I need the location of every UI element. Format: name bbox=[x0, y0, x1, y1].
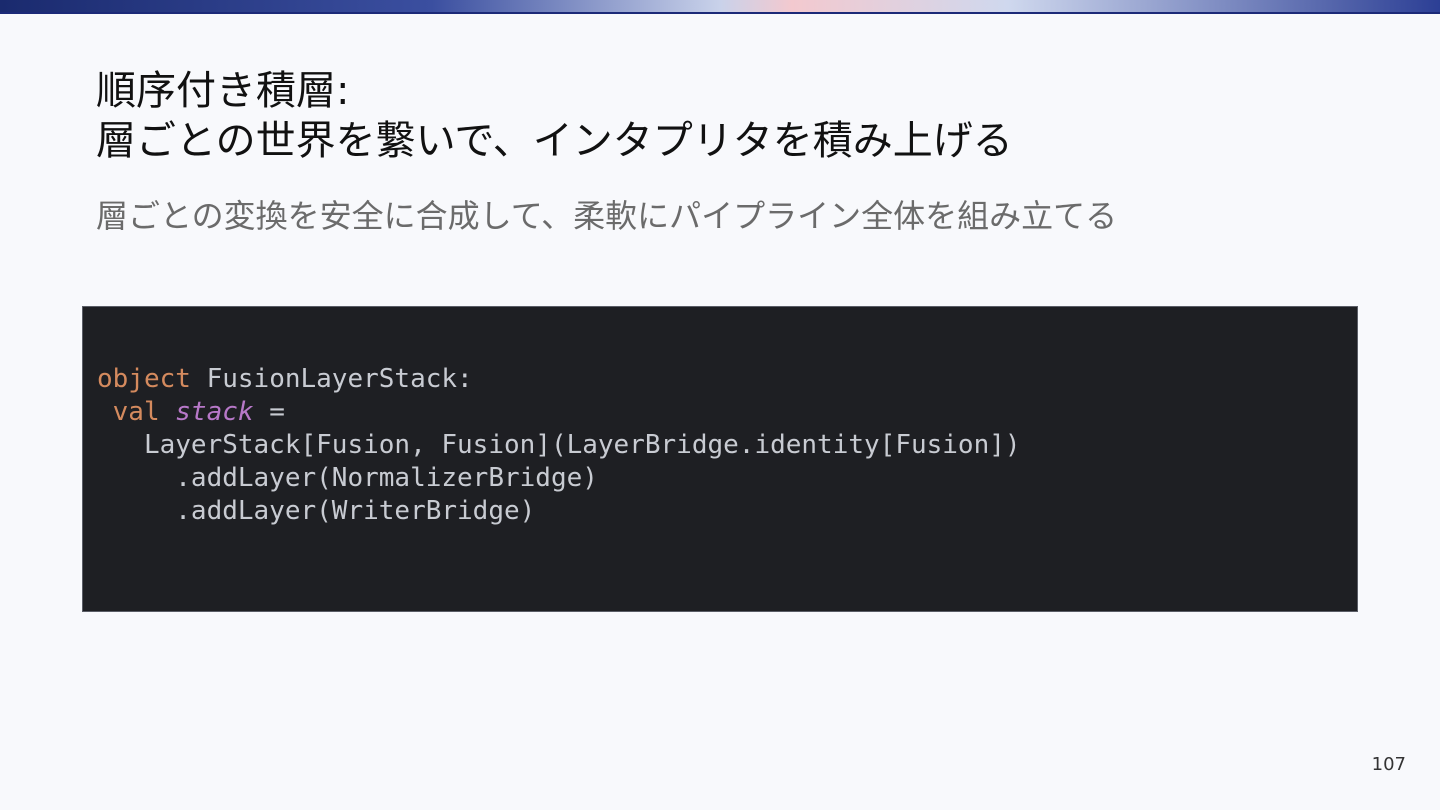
slide-subtitle: 層ごとの変換を安全に合成して、柔軟にパイプライン全体を組み立てる bbox=[96, 197, 1118, 235]
code-line-2: val stack = bbox=[97, 397, 285, 427]
code-line-2-space bbox=[160, 397, 176, 427]
code-text: object FusionLayerStack: val stack = Lay… bbox=[97, 363, 1021, 528]
slide-title-line-1: 順序付き積層: bbox=[96, 68, 350, 114]
code-block: object FusionLayerStack: val stack = Lay… bbox=[82, 306, 1358, 612]
top-accent-bar bbox=[0, 0, 1440, 12]
top-accent-line bbox=[0, 12, 1440, 14]
keyword-val: val bbox=[112, 397, 160, 427]
code-line-1-rest: FusionLayerStack: bbox=[190, 364, 473, 394]
keyword-object: object bbox=[97, 364, 191, 394]
slide-title-line-2: 層ごとの世界を繋いで、インタプリタを積み上げる bbox=[96, 118, 1013, 164]
code-line-1: object FusionLayerStack: bbox=[97, 364, 473, 394]
code-line-2-indent bbox=[97, 397, 113, 427]
page-number: 107 bbox=[1371, 754, 1406, 775]
identifier-stack: stack bbox=[175, 397, 254, 427]
code-line-5: .addLayer(WriterBridge) bbox=[97, 496, 536, 526]
code-line-2-rest: = bbox=[253, 397, 285, 427]
code-line-3: LayerStack[Fusion, Fusion](LayerBridge.i… bbox=[97, 430, 1021, 460]
slide-title: 順序付き積層: 層ごとの世界を繋いで、インタプリタを積み上げる bbox=[96, 66, 1013, 166]
code-line-4: .addLayer(NormalizerBridge) bbox=[97, 463, 598, 493]
